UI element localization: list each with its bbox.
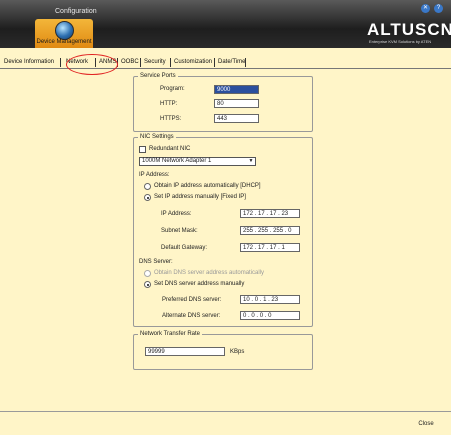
redundant-nic-label: Redundant NIC [149,146,191,152]
device-management-tab[interactable]: Device Management [35,19,93,48]
preferred-dns-octet: 10 [243,297,250,303]
close-icon[interactable]: ✕ [421,4,430,13]
alternate-dns-octet: 0 [268,313,272,319]
tab-divider [60,58,61,67]
https-port-input[interactable]: 443 [214,114,259,123]
mask-octet: 255 [273,228,284,234]
device-management-label: Device Management [36,39,92,45]
transfer-rate-title: Network Transfer Rate [138,331,203,337]
tab-security[interactable]: Security [144,59,166,65]
fixed-ip-radio[interactable] [144,194,151,201]
mask-octet: 255 [258,228,269,234]
tab-date-time[interactable]: Date/Time [218,59,245,65]
alternate-dns-octet: 0 [259,313,264,319]
brand-logo: ALTUSCN [367,20,451,39]
transfer-rate-input[interactable]: 99999 [145,347,225,356]
ip-octet: 17 [269,211,277,217]
tab-divider [245,58,246,67]
program-port-input[interactable]: 9000 [214,85,259,94]
network-adapter-select[interactable]: 1000M Network Adapter 1 ▼ [139,157,256,166]
ip-octet: 17 [258,211,265,217]
subnet-mask-input[interactable]: 255 . 255 . 255 . 0 [240,226,300,235]
redundant-nic-checkbox[interactable] [139,146,146,153]
globe-icon [55,21,74,40]
gateway-octet: 17 [258,245,265,251]
help-icon[interactable]: ? [434,4,443,13]
gateway-octet: 17 [269,245,277,251]
service-ports-title: Service Ports [138,73,178,79]
ip-octet: 23 [281,211,289,217]
transfer-rate-group: Network Transfer Rate 99999 KBps [133,331,313,370]
tab-customization[interactable]: Customization [174,59,212,65]
dns-auto-radio[interactable] [144,270,151,277]
subnet-mask-label: Subnet Mask: [161,228,198,234]
ip-address-section-title: IP Address: [139,172,170,178]
ip-address-input[interactable]: 172 . 17 . 17 . 23 [240,209,300,218]
ip-octet: 172 [243,211,254,217]
highlight-circle [66,54,118,75]
alternate-dns-input[interactable]: 0 . 0 . 0 . 0 [240,311,300,320]
nic-settings-group: NIC Settings Redundant NIC 1000M Network… [133,134,313,327]
program-port-label: Program: [160,86,185,92]
default-gateway-input[interactable]: 172 . 17 . 17 . 1 [240,243,300,252]
preferred-dns-octet: 23 [271,297,279,303]
tab-device-information[interactable]: Device Information [4,59,54,65]
preferred-dns-input[interactable]: 10 . 0 . 1 . 23 [240,295,300,304]
http-port-input[interactable]: 80 [214,99,259,108]
mask-octet: 255 [243,228,254,234]
tab-divider [140,58,141,67]
mask-octet: 0 [288,228,292,234]
fixed-ip-label: Set IP address manually [Fixed IP] [154,194,246,200]
nic-settings-title: NIC Settings [138,134,176,140]
preferred-dns-octet: 0 [254,297,259,303]
close-button[interactable]: Close [409,418,443,430]
dns-manual-label: Set DNS server address manually [154,281,245,287]
network-adapter-value: 1000M Network Adapter 1 [142,158,212,164]
gateway-octet: 1 [281,245,285,251]
tab-oobc[interactable]: OOBC [121,59,139,65]
alternate-dns-octet: 0 [243,313,247,319]
app-header: Configuration Device Management ✕ ? ALTU… [0,0,451,48]
service-ports-group: Service Ports Program: 9000 HTTP: 80 HTT… [133,73,313,132]
default-gateway-label: Default Gateway: [161,245,208,251]
preferred-dns-label: Preferred DNS server: [162,297,222,303]
tab-divider [170,58,171,67]
ip-address-label: IP Address: [161,211,192,217]
app-title: Configuration [55,8,97,15]
transfer-rate-unit: KBps [230,349,245,355]
dns-server-section-title: DNS Server: [139,259,173,265]
dhcp-label: Obtain IP address automatically [DHCP] [154,183,261,189]
brand-tagline: Enterprise KVM Solutions by ATEN [369,39,432,44]
dns-auto-label: Obtain DNS server address automatically [154,270,265,276]
dns-manual-radio[interactable] [144,281,151,288]
alternate-dns-octet: 0 [251,313,255,319]
http-port-label: HTTP: [160,101,178,107]
gateway-octet: 172 [243,245,254,251]
alternate-dns-label: Alternate DNS server: [162,313,221,319]
tab-divider [214,58,215,67]
dhcp-radio[interactable] [144,183,151,190]
chevron-down-icon: ▼ [248,158,254,164]
https-port-label: HTTPS: [160,116,182,122]
footer-divider [0,411,451,412]
preferred-dns-octet: 1 [263,297,267,303]
